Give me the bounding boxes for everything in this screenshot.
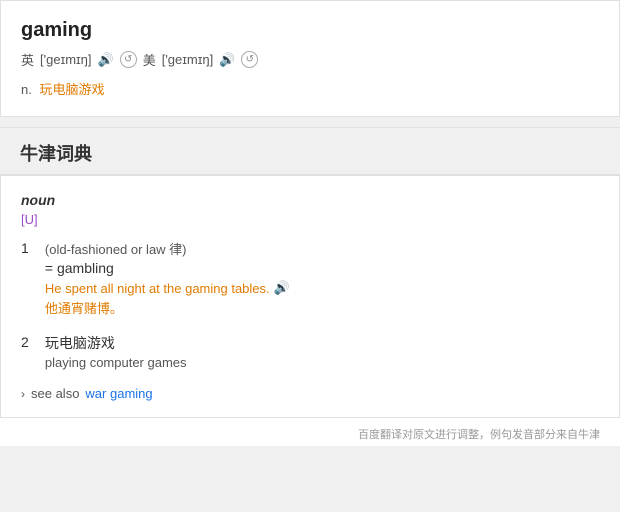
word-title: gaming xyxy=(21,19,599,42)
entry-1-example-text: He spent all night at the gaming tables. xyxy=(45,281,270,296)
see-also-row: › see also war gaming xyxy=(21,386,599,401)
entry-1-example: He spent all night at the gaming tables.… xyxy=(45,280,599,296)
entry-1-number: 1 xyxy=(21,240,41,256)
entry-2-number: 2 xyxy=(21,334,41,350)
entry-1-speaker-icon: 🔊 xyxy=(274,280,290,296)
oxford-body: noun [U] 1 (old-fashioned or law 律) = ga… xyxy=(0,175,620,418)
top-card: gaming 英 ['ɡeɪmɪŋ] 🔊 ↺ 美 ['ɡeɪmɪŋ] 🔊 ↺ n… xyxy=(0,0,620,117)
en-phonetic: ['ɡeɪmɪŋ] xyxy=(40,52,91,67)
entry-2-def-cn: 玩电脑游戏 xyxy=(45,333,599,353)
en-label: 英 xyxy=(21,50,34,69)
entry-1-content: (old-fashioned or law 律) = gambling He s… xyxy=(45,239,599,319)
pos-label: noun xyxy=(21,192,599,208)
see-also-link[interactable]: war gaming xyxy=(85,386,152,401)
en-replay-icon: ↺ xyxy=(120,51,137,68)
entry-1-speaker-button[interactable]: 🔊 xyxy=(274,280,290,296)
us-phonetic: ['ɡeɪmɪŋ] xyxy=(162,52,213,67)
phonetics-row: 英 ['ɡeɪmɪŋ] 🔊 ↺ 美 ['ɡeɪmɪŋ] 🔊 ↺ xyxy=(21,50,599,69)
short-meaning: 玩电脑游戏 xyxy=(39,82,104,97)
entry-2-content: 玩电脑游戏 playing computer games xyxy=(45,333,599,372)
us-label: 美 xyxy=(143,50,156,69)
entry-2-def-en: playing computer games xyxy=(45,355,599,370)
entry-1-translation: 他通宵赌博。 xyxy=(45,298,599,317)
entry-1: 1 (old-fashioned or law 律) = gambling He… xyxy=(21,239,599,319)
see-also-label: see also xyxy=(31,386,79,401)
us-replay-icon: ↺ xyxy=(241,51,258,68)
oxford-section-title: 牛津词典 xyxy=(0,127,620,175)
us-speaker-button[interactable]: 🔊 xyxy=(219,52,235,68)
short-definition: n. 玩电脑游戏 xyxy=(21,79,599,98)
en-replay-button[interactable]: ↺ xyxy=(120,51,137,68)
short-pos: n. xyxy=(21,82,32,97)
entry-1-eq: = gambling xyxy=(45,260,599,276)
entry-2: 2 玩电脑游戏 playing computer games xyxy=(21,333,599,372)
us-replay-button[interactable]: ↺ xyxy=(241,51,258,68)
us-speaker-icon: 🔊 xyxy=(219,52,235,68)
uncountable-label: [U] xyxy=(21,212,599,227)
en-speaker-icon: 🔊 xyxy=(98,52,114,68)
en-speaker-button[interactable]: 🔊 xyxy=(98,52,114,68)
entry-1-note: (old-fashioned or law 律) xyxy=(45,239,599,258)
footer-note: 百度翻译对原文进行调整，例句发音部分来自牛津 xyxy=(0,418,620,446)
chevron-right-icon: › xyxy=(21,387,25,401)
